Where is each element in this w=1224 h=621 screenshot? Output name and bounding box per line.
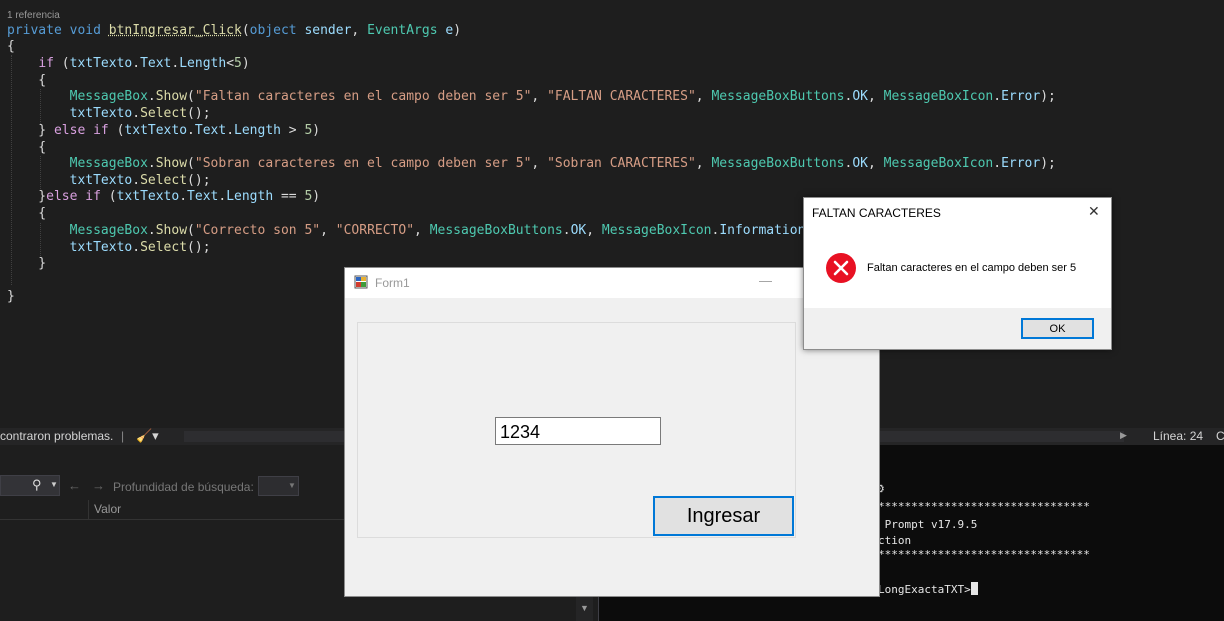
console-path[interactable]: LongExactaTXT> [878,582,978,596]
chevron-down-icon: ▼ [288,481,296,490]
code-line-15[interactable]: } [7,255,46,272]
code-line-8[interactable]: { [7,139,46,156]
search-depth-select[interactable]: ▼ [258,476,299,496]
code-line-16[interactable]: } [7,288,15,305]
window-title: Form1 [375,276,410,290]
close-button[interactable]: ✕ [1088,203,1100,220]
code-line-12[interactable]: { [7,205,46,222]
column-divider[interactable] [88,500,89,519]
code-line-3[interactable]: if (txtTexto.Text.Length<5) [7,55,249,72]
line-indicator: Línea: 24 [1153,429,1204,443]
console-stars-bottom: ******************************** [878,548,1090,561]
scroll-down-icon[interactable]: ▼ [580,603,589,613]
minimize-button[interactable]: — [759,273,772,288]
code-line-1[interactable]: private void btnIngresar_Click(object se… [7,22,461,39]
code-line-6[interactable]: txtTexto.Select(); [7,105,211,122]
code-line-10[interactable]: txtTexto.Select(); [7,172,211,189]
code-line-13[interactable]: MessageBox.Show("Correcto son 5", "CORRE… [7,222,821,239]
title-bar[interactable]: Form1 — [345,268,879,298]
back-arrow-icon[interactable]: ← [68,478,81,493]
divider: | [121,429,125,443]
form1-window[interactable]: Form1 — 1234 Ingresar [344,267,880,597]
column-indicator: C [1216,429,1224,443]
ingresar-button[interactable]: Ingresar [653,496,794,536]
scroll-right-icon[interactable]: ▶ [1120,430,1127,441]
text-input[interactable]: 1234 [495,417,661,445]
code-line-9[interactable]: MessageBox.Show("Sobran caracteres en el… [7,155,1056,172]
code-line-2[interactable]: { [7,38,15,55]
console-path-text: LongExactaTXT> [878,583,971,596]
console-stars-top: ******************************** [878,500,1090,513]
reference-count[interactable]: 1 referencia [7,10,60,21]
ok-button[interactable]: OK [1021,318,1094,339]
code-line-4[interactable]: { [7,72,46,89]
code-line-7[interactable]: } else if (txtTexto.Text.Length > 5) [7,122,320,139]
problems-status: contraron problemas. [0,429,114,443]
search-depth-label: Profundidad de búsqueda: [113,480,254,494]
text-cursor [970,582,978,595]
dialog-message: Faltan caracteres en el campo deben ser … [867,262,1077,274]
search-input[interactable]: ⚲ ▼ [0,475,60,496]
code-line-14[interactable]: txtTexto.Select(); [7,239,211,256]
dialog-title: FALTAN CARACTERES [812,206,941,220]
value-column-header[interactable]: Valor [94,502,121,516]
forward-arrow-icon[interactable]: → [92,478,105,493]
cleanup-icon[interactable]: 🧹▾ [136,428,159,444]
message-box-dialog[interactable]: FALTAN CARACTERES ✕ Faltan caracteres en… [803,197,1112,350]
console-line: ction [878,534,912,547]
code-line-11[interactable]: }else if (txtTexto.Text.Length == 5) [7,188,320,205]
search-icon: ⚲ [32,477,42,492]
console-prompt-version: Prompt v17.9.5 [878,518,978,531]
winforms-icon [354,275,368,289]
error-icon [826,253,856,283]
chevron-down-icon: ▼ [50,480,58,489]
code-line-5[interactable]: MessageBox.Show("Faltan caracteres en el… [7,88,1056,105]
